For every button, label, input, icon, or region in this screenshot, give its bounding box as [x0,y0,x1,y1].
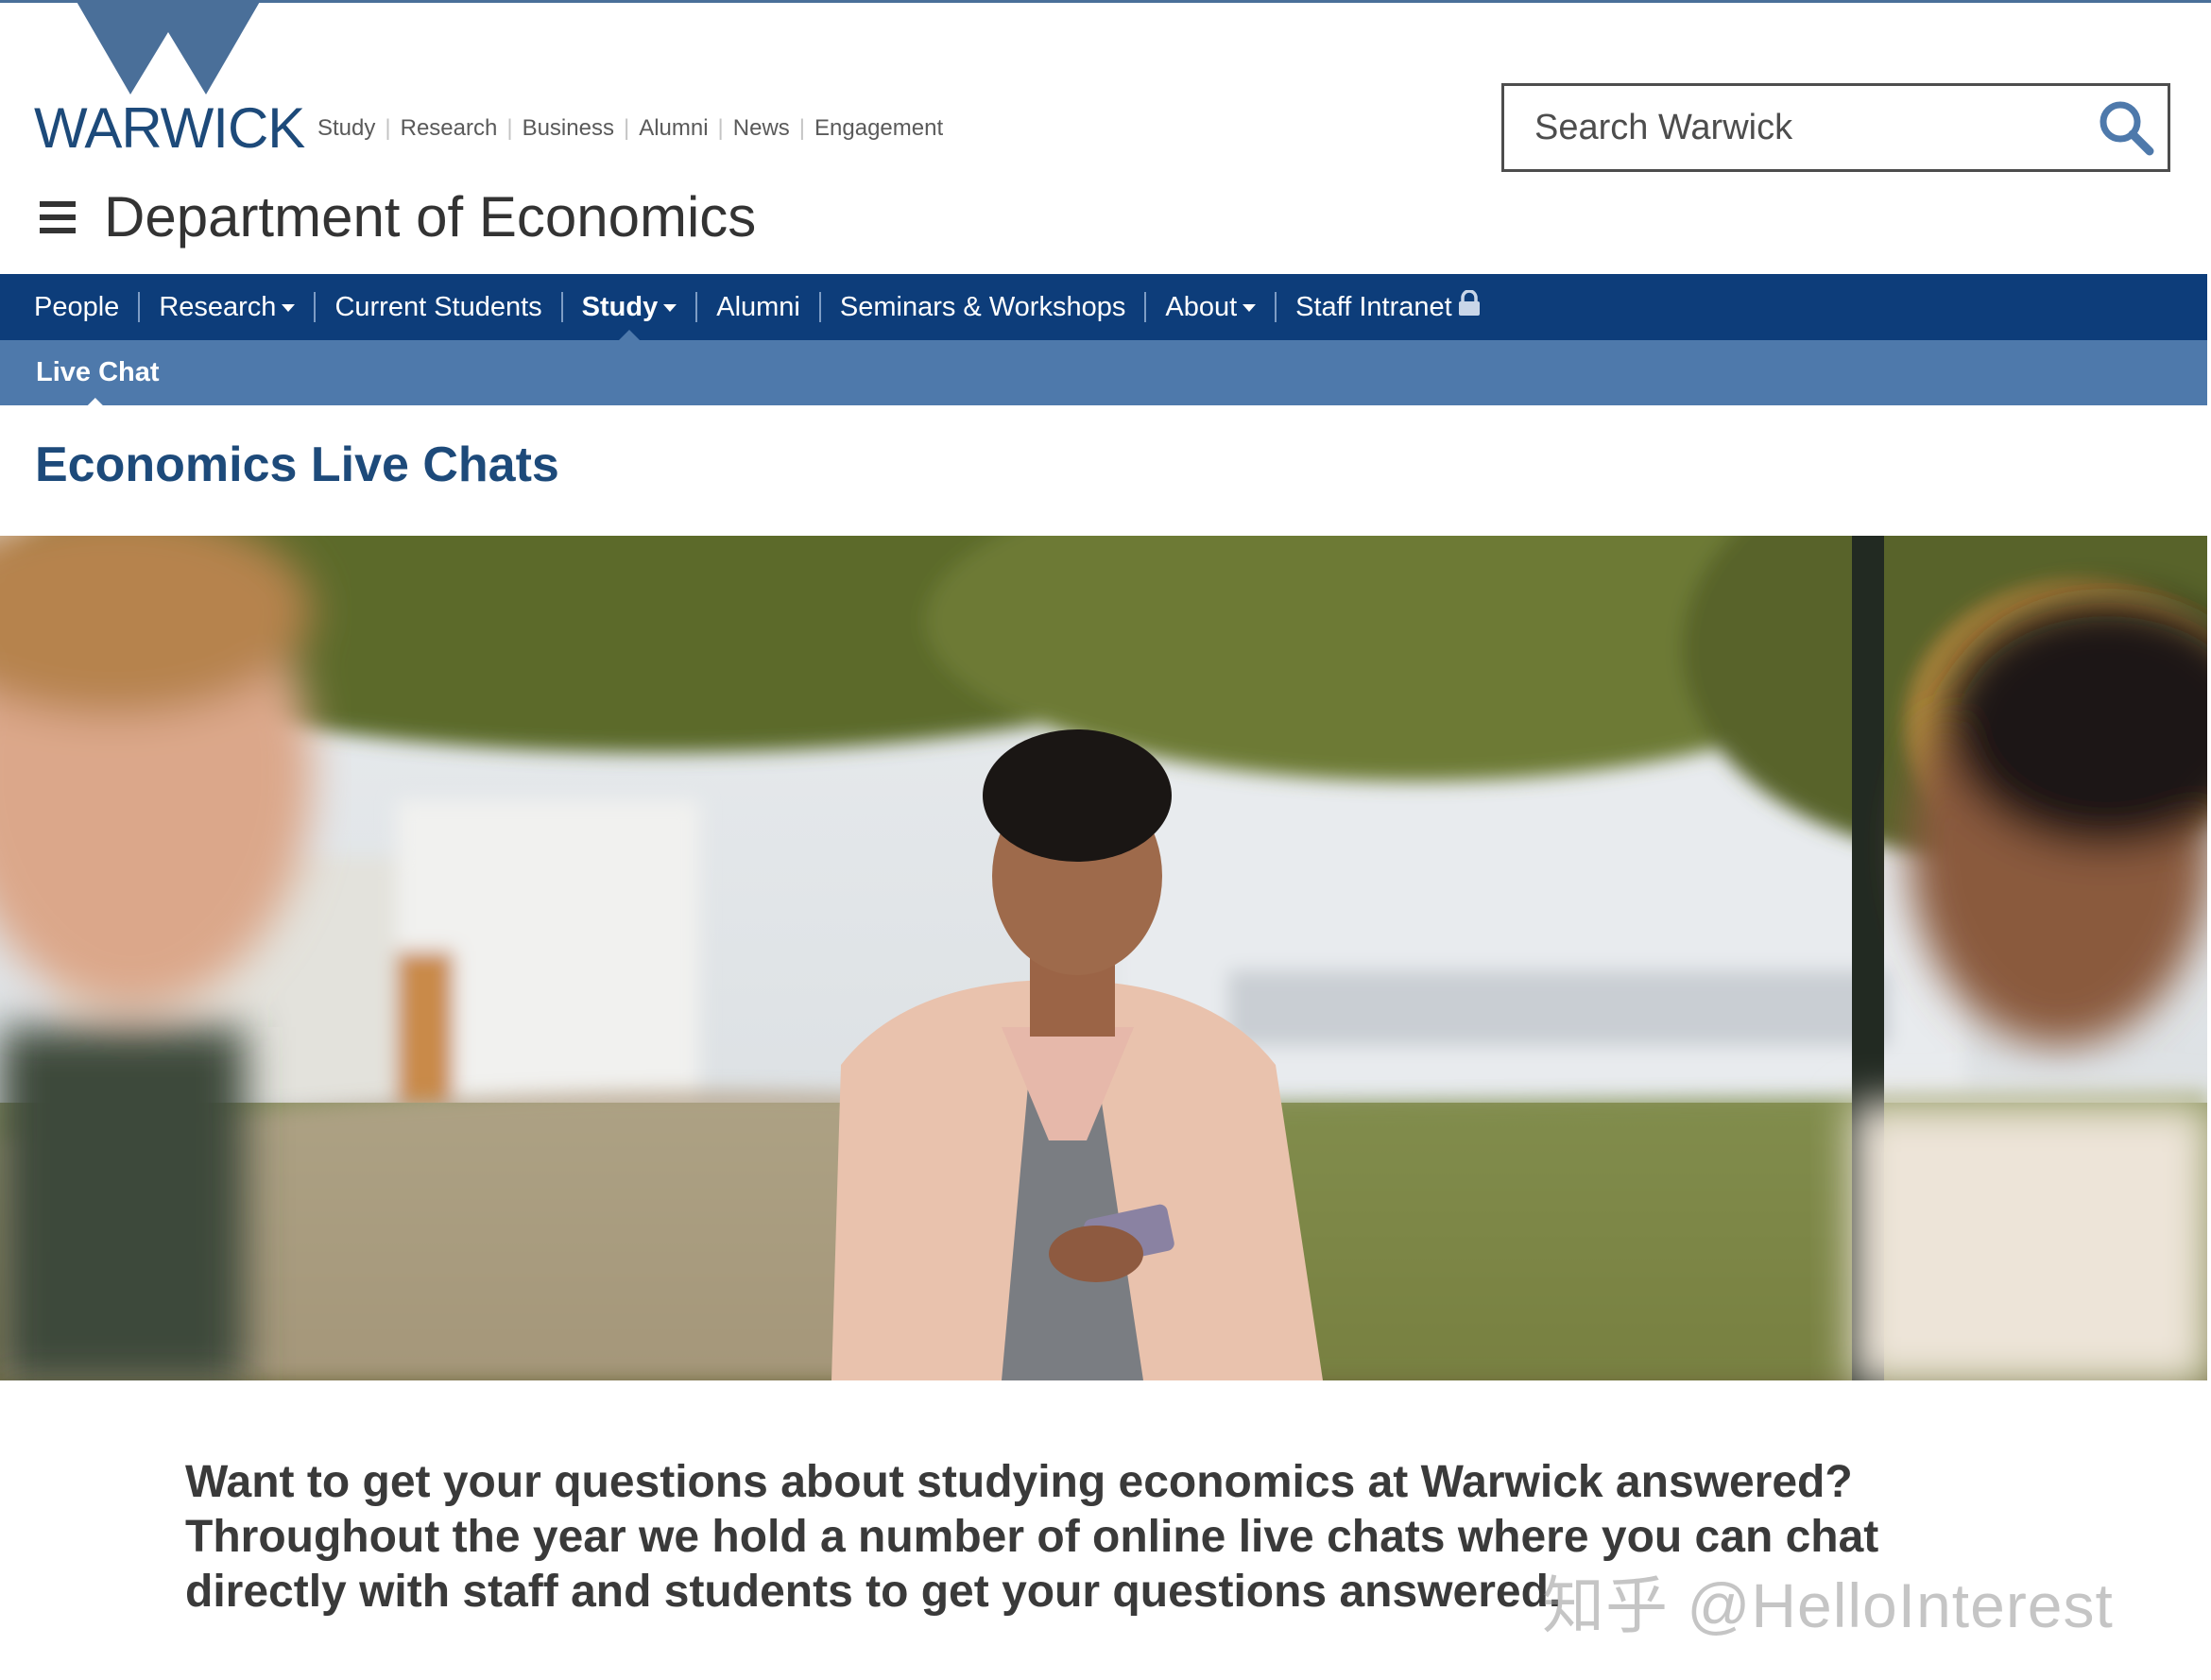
caret-down-icon [663,304,677,312]
caret-down-icon [282,304,296,312]
nav-item-label: Study [581,291,659,322]
hero-image [0,536,2207,1380]
watermark-text: 知乎 @HelloInterest [1542,1570,2114,1640]
nav-item-label: Alumni [716,291,800,322]
util-link-study[interactable]: Study [317,115,375,142]
nav-item-current-students[interactable]: Current Students [334,292,541,323]
util-separator: | [623,115,630,141]
active-pointer-icon [618,329,640,340]
nav-item-staff-intranet[interactable]: Staff Intranet [1295,289,1481,324]
nav-item-research[interactable]: Research [159,291,296,323]
top-accent-line [0,0,2211,3]
util-separator: | [798,115,806,141]
nav-separator [1275,292,1277,322]
nav-item-alumni[interactable]: Alumni [716,292,800,323]
nav-item-label: Current Students [334,291,542,322]
search-icon[interactable] [2098,99,2154,156]
utility-links: Study | Research | Business | Alumni | N… [317,115,943,142]
util-link-research[interactable]: Research [401,115,498,142]
nav-item-people[interactable]: People [34,292,119,323]
nav-separator [695,292,698,322]
nav-item-label: People [34,291,120,322]
nav-separator [560,292,563,322]
nav-separator [1144,292,1147,322]
warwick-logo[interactable]: WARWICK [34,0,305,161]
util-link-business[interactable]: Business [523,115,614,142]
secondary-nav: Live Chat [0,340,2207,408]
lock-icon [1458,289,1481,324]
util-separator: | [385,115,391,141]
warwick-w-mark-icon [76,0,261,94]
nav-separator [314,292,317,322]
util-link-news[interactable]: News [733,115,790,142]
department-header: Department of Economics [40,189,756,246]
util-link-engagement[interactable]: Engagement [814,115,943,142]
search-box [1501,83,2170,172]
nav-item-study[interactable]: Study [581,291,677,340]
active-pointer-icon [85,398,107,408]
util-separator: | [717,115,724,141]
hamburger-menu-icon[interactable] [40,201,76,233]
primary-nav: People Research Current Students Study A… [0,274,2207,340]
nav-item-label: Seminars & Workshops [839,291,1126,322]
nav-item-label: About [1165,291,1238,322]
nav-item-seminars-workshops[interactable]: Seminars & Workshops [840,292,1125,323]
caret-down-icon [1243,304,1257,312]
logo-wordmark: WARWICK [34,96,305,160]
nav-item-label: Research [159,291,277,322]
department-title[interactable]: Department of Economics [104,189,756,246]
subnav-item-label: Live Chat [36,357,160,387]
nav-separator [138,292,141,322]
util-separator: | [506,115,513,141]
nav-item-about[interactable]: About [1165,291,1257,323]
nav-item-label: Staff Intranet [1295,291,1452,322]
page-title: Economics Live Chats [35,437,559,492]
nav-separator [818,292,821,322]
subnav-item-live-chat[interactable]: Live Chat [36,357,160,408]
util-link-alumni[interactable]: Alumni [639,115,708,142]
search-input[interactable] [1504,86,2090,169]
